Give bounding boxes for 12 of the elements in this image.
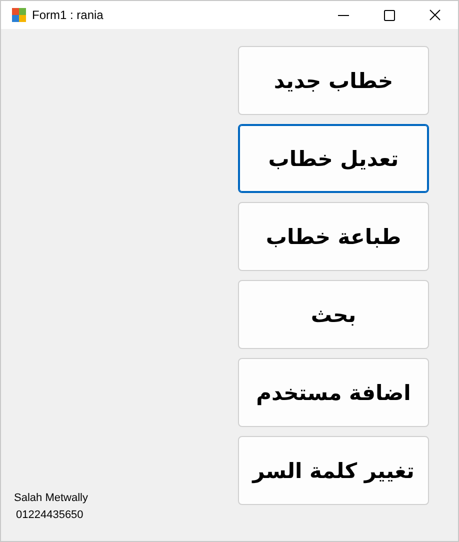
form-icon — [12, 8, 26, 22]
footer-text: 01224435650 — [15, 508, 84, 523]
menu-button[interactable]: تعديل خطاب — [238, 124, 429, 193]
menu-button[interactable]: بحث — [238, 280, 429, 349]
close-icon — [429, 9, 441, 21]
window-title: Form1 : rania — [32, 8, 104, 22]
menu-button[interactable]: طباعة خطاب — [238, 202, 429, 271]
menu-button[interactable]: خطاب جديد — [238, 46, 429, 115]
menu-button[interactable]: تغيير كلمة السر — [238, 436, 429, 505]
maximize-icon — [384, 10, 394, 20]
footer-text: Salah Metwally — [14, 491, 89, 506]
menu-button[interactable]: اضافة مستخدم — [238, 358, 429, 427]
